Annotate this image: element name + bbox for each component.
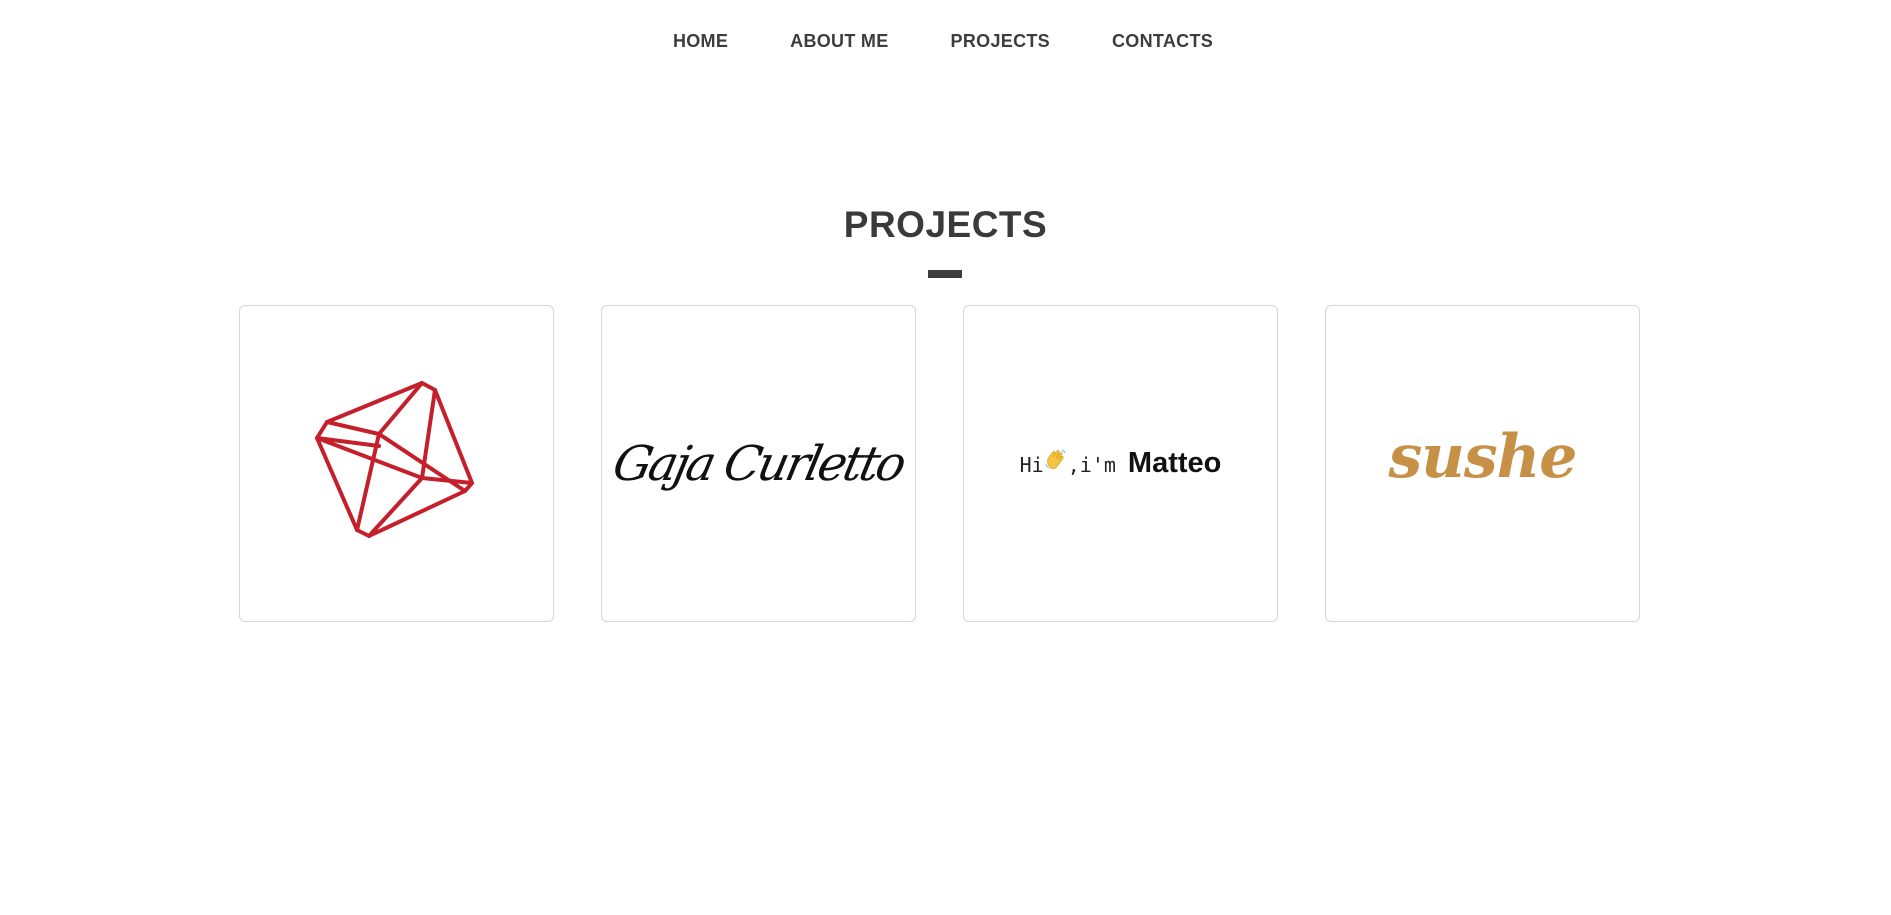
project-card-gaja-curletto[interactable]: Gaja Curletto <box>601 305 916 622</box>
waving-hand-icon <box>1045 449 1066 469</box>
gaja-curletto-logo: Gaja Curletto <box>608 435 909 492</box>
sushe-logo: sushe <box>1388 421 1578 492</box>
heading-underline <box>928 270 962 278</box>
project-card-matteo[interactable]: Hi ,i'm Matteo <box>963 305 1278 622</box>
nav-about-me-link[interactable]: ABOUT ME <box>790 31 888 52</box>
nav-contacts-link[interactable]: CONTACTS <box>1112 31 1213 52</box>
nav-projects-link[interactable]: PROJECTS <box>951 31 1050 52</box>
gem-logo-icon <box>314 380 474 538</box>
project-cards: Gaja Curletto Hi ,i'm Matteo sushe <box>239 305 1640 622</box>
nav-menu: HOME ABOUT ME PROJECTS CONTACTS <box>673 31 1213 52</box>
top-navigation: HOME ABOUT ME PROJECTS CONTACTS <box>0 0 1891 82</box>
greeting-prefix: Hi <box>1019 453 1044 477</box>
nav-home-link[interactable]: HOME <box>673 31 728 52</box>
matteo-logo: Hi ,i'm Matteo <box>1020 447 1222 480</box>
project-card-gem[interactable] <box>239 305 554 622</box>
matteo-name: Matteo <box>1127 447 1222 479</box>
projects-heading: PROJECTS <box>843 204 1048 245</box>
project-card-sushe[interactable]: sushe <box>1325 305 1640 622</box>
greeting-suffix: ,i'm <box>1067 453 1116 477</box>
